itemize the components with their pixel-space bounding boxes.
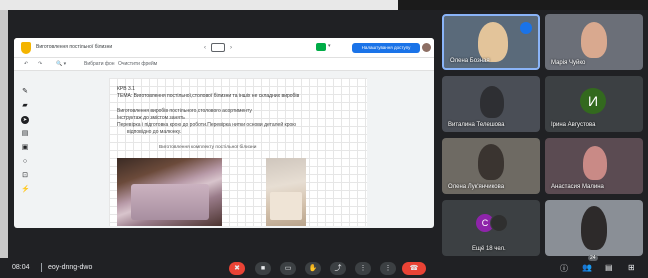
participant-video: [581, 22, 607, 58]
top-strip-dark: [398, 0, 648, 10]
jamboard-canvas[interactable]: КРВ 3.1 ТЕМА: Виготовлення постільної,ст…: [109, 78, 367, 226]
participant-name: Анастасия Малина: [551, 184, 604, 190]
participant-name: Ірина Августова: [551, 122, 596, 128]
participant-tile[interactable]: Олена Бозная: [442, 14, 540, 70]
top-strip: [0, 0, 648, 10]
left-edge: [0, 10, 8, 258]
more-participants-tile[interactable]: С Ещё 18 чел.: [442, 200, 540, 256]
participant-tile[interactable]: Анастасия Малина: [545, 138, 643, 194]
activities-icon[interactable]: ⊞: [628, 263, 635, 272]
present-button[interactable]: ⤴: [330, 262, 346, 275]
canvas-topic: ТЕМА: Виготовлення постільної,столової б…: [117, 93, 300, 99]
bed-shape: [270, 192, 302, 220]
end-call-button[interactable]: ☎: [402, 262, 426, 275]
participant-avatar: [490, 214, 508, 232]
select-icon[interactable]: ➤: [21, 116, 29, 124]
speaking-indicator-icon: [520, 22, 532, 34]
more-options-button[interactable]: ⋮: [380, 262, 396, 275]
meet-window: Виготовлення постільної білизни ‹ › ▾ На…: [0, 0, 648, 278]
participant-tile[interactable]: Олена Лук'янчикова: [442, 138, 540, 194]
participant-initial: И: [580, 88, 606, 114]
participant-tile[interactable]: [545, 200, 643, 256]
redo-icon[interactable]: ↷: [38, 61, 42, 67]
jamboard-toolbar: ↶ ↷ 🔍 ▾ Вибрати фон Очистити фрейм: [14, 58, 434, 71]
participant-tile[interactable]: Марія Чуйко: [545, 14, 643, 70]
bed-shape: [131, 184, 209, 220]
bottom-bar: 08:04 eoy-dnng-dwo ✖ ■ ▭ ✋ ⤴ ⋮ ⋮ ☎ ⓘ 👥 ▤…: [0, 258, 648, 278]
participant-name: Марія Чуйко: [551, 60, 586, 66]
prev-frame-icon[interactable]: ‹: [204, 45, 206, 51]
canvas-caption: Виготовлення комплекту постільної білизн…: [159, 145, 257, 150]
sticky-note-icon[interactable]: ▤: [21, 130, 29, 138]
frame-thumbnail[interactable]: [211, 43, 225, 52]
pen-icon[interactable]: ✎: [21, 88, 29, 96]
people-icon[interactable]: 👥: [582, 263, 592, 272]
participant-name: Олена Бозная: [450, 58, 490, 64]
raise-hand-button[interactable]: ✋: [305, 262, 321, 275]
meet-icon[interactable]: [316, 43, 326, 51]
eraser-icon[interactable]: ▰: [21, 102, 29, 110]
divider: [41, 263, 42, 272]
participant-video: [478, 22, 508, 62]
participant-count-badge: 24: [588, 255, 598, 261]
jamboard-logo-icon: [21, 42, 31, 54]
participant-video: [478, 144, 504, 180]
zoom-button[interactable]: 🔍 ▾: [56, 61, 66, 67]
mic-off-button[interactable]: ✖: [229, 262, 245, 275]
undo-icon[interactable]: ↶: [24, 61, 28, 67]
text-box-icon[interactable]: ⊡: [21, 172, 29, 180]
camera-button[interactable]: ■: [255, 262, 271, 275]
circle-icon[interactable]: ○: [21, 158, 29, 166]
next-frame-icon[interactable]: ›: [230, 45, 232, 51]
participant-name: Олена Лук'янчикова: [448, 184, 505, 190]
participant-tile[interactable]: И Ірина Августова: [545, 76, 643, 132]
bedding-photo: [266, 158, 306, 226]
frame-navigator: ‹ ›: [204, 43, 232, 52]
avatar[interactable]: [422, 43, 431, 52]
canvas-line: КРВ 3.1: [117, 86, 135, 92]
participant-video: [581, 206, 607, 250]
participant-video: [583, 146, 607, 180]
participant-video: [480, 86, 504, 118]
jamboard-header: Виготовлення постільної білизни ‹ › ▾ На…: [14, 38, 434, 58]
jamboard-tools: ✎ ▰ ➤ ▤ ▣ ○ ⊡ ⚡: [18, 88, 32, 194]
more-options-button[interactable]: ⋮: [355, 262, 371, 275]
meet-caret-icon[interactable]: ▾: [328, 43, 331, 49]
participant-name: Виталина Телешова: [448, 122, 505, 128]
info-icon[interactable]: ⓘ: [560, 263, 568, 274]
participant-tile[interactable]: Виталина Телешова: [442, 76, 540, 132]
canvas-line: Інструктаж до змістом занять: [117, 115, 185, 121]
laser-icon[interactable]: ⚡: [21, 186, 30, 194]
image-icon[interactable]: ▣: [21, 144, 29, 152]
clear-frame-button[interactable]: Очистити фрейм: [118, 61, 157, 67]
set-background-button[interactable]: Вибрати фон: [84, 61, 115, 67]
canvas-line: Виготовлення виробів постільного,столово…: [117, 108, 252, 114]
more-participants-label: Ещё 18 чел.: [472, 246, 506, 252]
meeting-code[interactable]: eoy-dnng-dwo: [48, 264, 92, 271]
captions-button[interactable]: ▭: [280, 262, 296, 275]
presentation-screen[interactable]: Виготовлення постільної білизни ‹ › ▾ На…: [14, 38, 434, 228]
canvas-line: Перевірка і підготовка крою до роботи.Пе…: [117, 122, 297, 128]
canvas-line: відповідно до малюнку.: [127, 129, 182, 135]
chat-icon[interactable]: ▤: [605, 263, 613, 272]
bedding-photo: [117, 158, 222, 226]
meeting-time: 08:04: [12, 264, 30, 271]
jamboard-title[interactable]: Виготовлення постільної білизни: [36, 44, 112, 50]
share-button[interactable]: Налаштування доступу: [352, 43, 420, 53]
